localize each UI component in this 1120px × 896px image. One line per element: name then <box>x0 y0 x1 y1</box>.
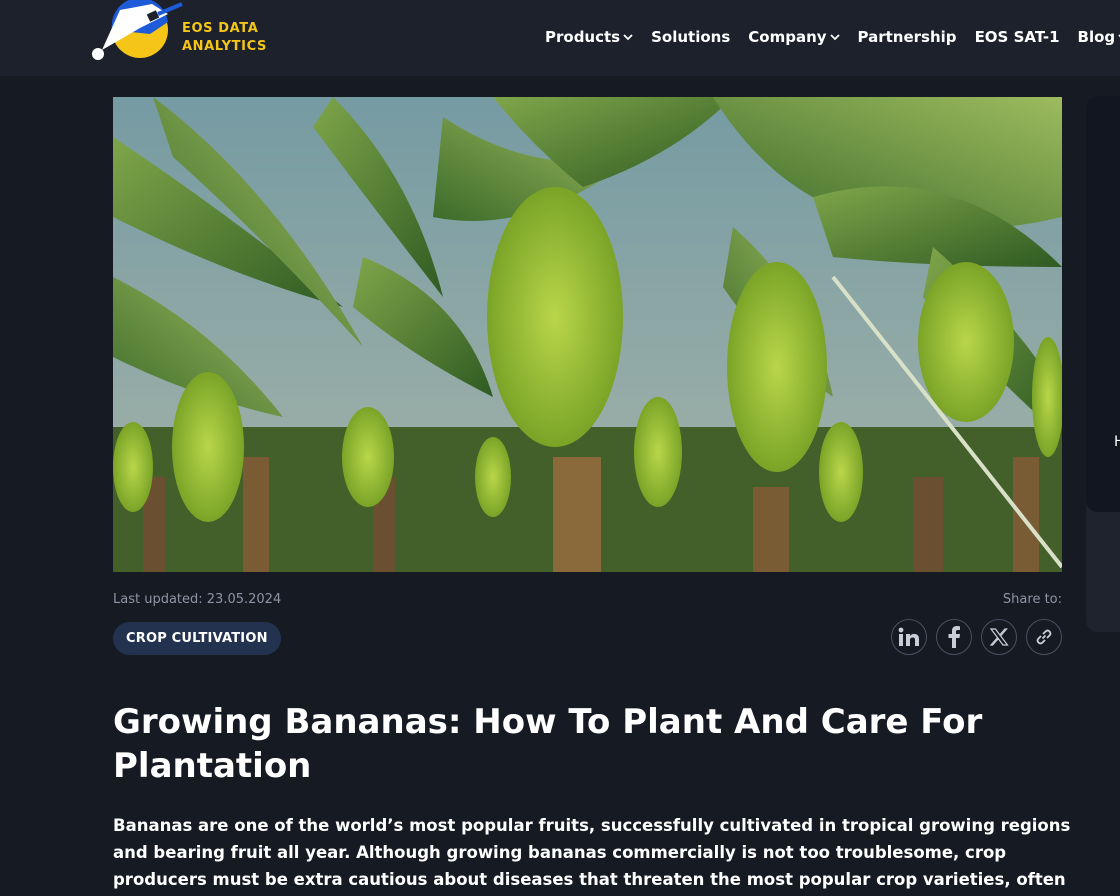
nav-item-blog[interactable]: Blog <box>1078 28 1120 46</box>
nav-label: Products <box>545 28 621 46</box>
nav-label: Partnership <box>857 28 957 46</box>
nav-item-company[interactable]: Company <box>748 28 840 46</box>
sidebar-card-text: H <box>1114 434 1120 450</box>
chevron-down-icon <box>829 34 840 41</box>
article-intro: Bananas are one of the world’s most popu… <box>113 816 1071 889</box>
main-nav: Products Solutions Company Partnership E… <box>545 26 1120 48</box>
nav-label: EOS SAT-1 <box>974 28 1060 46</box>
last-updated: Last updated: 23.05.2024 <box>113 592 282 607</box>
category-tag[interactable]: CROP CULTIVATION <box>113 622 281 655</box>
logo-line-2: ANALYTICS <box>182 39 267 54</box>
site-header: EOS DATA ANALYTICS Products Solutions Co… <box>0 0 1120 76</box>
x-icon <box>989 628 1009 646</box>
nav-item-products[interactable]: Products <box>545 28 633 46</box>
nav-label: Solutions <box>651 28 731 46</box>
nav-item-partnership[interactable]: Partnership <box>858 28 957 46</box>
share-link-button[interactable] <box>1026 619 1062 655</box>
chevron-down-icon <box>623 34 633 41</box>
nav-label: Blog <box>1077 28 1116 46</box>
article-title: Growing Bananas: How To Plant And Care F… <box>113 702 983 786</box>
share-buttons <box>891 619 1071 655</box>
share-facebook-button[interactable] <box>936 619 972 655</box>
logo-line-1: EOS DATA <box>182 21 259 36</box>
facebook-icon <box>948 626 960 648</box>
link-icon <box>1036 629 1052 645</box>
share-linkedin-button[interactable] <box>891 619 927 655</box>
nav-label: Company <box>748 28 827 46</box>
linkedin-icon <box>898 627 919 646</box>
hero-image <box>113 97 1062 572</box>
logo-wordmark[interactable]: EOS DATA ANALYTICS <box>182 20 267 56</box>
nav-item-eos-sat-1[interactable]: EOS SAT-1 <box>975 28 1060 46</box>
share-x-button[interactable] <box>981 619 1017 655</box>
nav-item-solutions[interactable]: Solutions <box>651 28 730 46</box>
share-label: Share to: <box>1002 592 1062 607</box>
